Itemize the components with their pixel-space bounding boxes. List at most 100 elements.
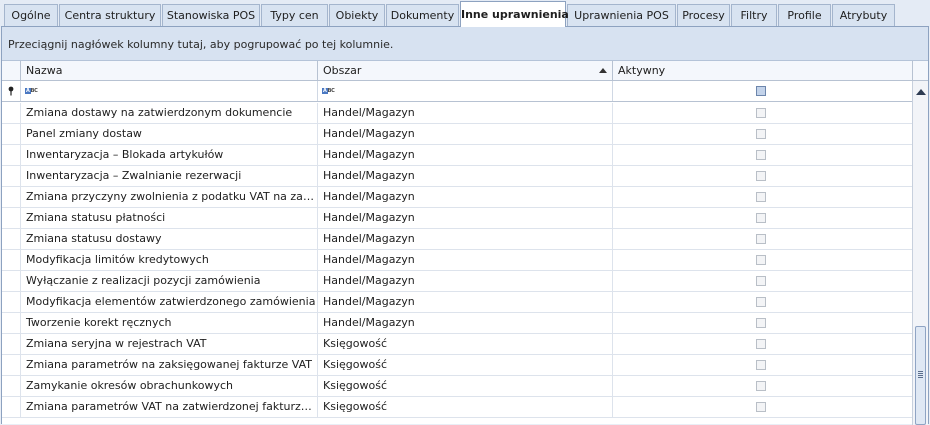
- filter-active-checkbox[interactable]: [756, 86, 766, 96]
- permission-area: Księgowość: [318, 397, 613, 417]
- active-checkbox[interactable]: [756, 339, 766, 349]
- tab-9[interactable]: Filtry: [731, 4, 777, 26]
- row-indicator[interactable]: [2, 208, 21, 228]
- tab-bar: Ogólne Centra struktury Stanowiska POS Typy…: [0, 0, 930, 27]
- active-checkbox[interactable]: [756, 129, 766, 139]
- permission-area: Handel/Magazyn: [318, 292, 613, 312]
- row-indicator[interactable]: [2, 271, 21, 291]
- permission-name: Zmiana parametrów na zaksięgowanej faktu…: [21, 355, 318, 375]
- permission-area: Księgowość: [318, 334, 613, 354]
- permission-name: Zmiana przyczyny zwolnienia z podatku VA…: [21, 187, 318, 207]
- row-indicator[interactable]: [2, 166, 21, 186]
- table-row[interactable]: Wyłączanie z realizacji pozycji zamówien…: [2, 271, 912, 292]
- column-header-area[interactable]: Obszar: [318, 61, 613, 80]
- permission-area: Księgowość: [318, 376, 613, 396]
- row-indicator[interactable]: [2, 397, 21, 417]
- active-checkbox[interactable]: [756, 234, 766, 244]
- tab-11[interactable]: Atrybuty: [832, 4, 895, 26]
- tab-6[interactable]: Inne uprawnienia: [460, 1, 569, 27]
- row-indicator[interactable]: [2, 103, 21, 123]
- grip-line: [918, 373, 923, 374]
- table-row[interactable]: Zamykanie okresów obrachunkowych Księgowo…: [2, 376, 912, 397]
- table-row[interactable]: Zmiana przyczyny zwolnienia z podatku VA…: [2, 187, 912, 208]
- grip-line: [918, 375, 923, 376]
- row-indicator[interactable]: [2, 376, 21, 396]
- column-header-name[interactable]: Nazwa: [21, 61, 318, 80]
- permission-name: Modyfikacja limitów kredytowych: [21, 250, 318, 270]
- grip-line: [918, 377, 923, 378]
- active-checkbox[interactable]: [756, 108, 766, 118]
- row-indicator[interactable]: [2, 145, 21, 165]
- active-checkbox[interactable]: [756, 276, 766, 286]
- tab-5[interactable]: Dokumenty: [386, 4, 459, 26]
- table-row[interactable]: Modyfikacja limitów kredytowych Handel/Ma…: [2, 250, 912, 271]
- table-row[interactable]: Zmiana statusu dostawy Handel/Magazyn: [2, 229, 912, 250]
- permission-active-cell: [613, 145, 912, 165]
- sort-ascending-icon: [599, 68, 607, 73]
- active-checkbox[interactable]: [756, 255, 766, 265]
- table-row[interactable]: Modyfikacja elementów zatwierdzonego zam…: [2, 292, 912, 313]
- row-indicator[interactable]: [2, 250, 21, 270]
- tab-7[interactable]: Uprawnienia POS: [567, 4, 676, 26]
- active-checkbox[interactable]: [756, 360, 766, 370]
- permission-name: Zmiana parametrów VAT na zatwierdzonej f…: [21, 397, 318, 417]
- table-row[interactable]: Inwentaryzacja – Zwalnianie rezerwacji Ha…: [2, 166, 912, 187]
- permission-name: Inwentaryzacja – Zwalnianie rezerwacji: [21, 166, 318, 186]
- tab-4[interactable]: Obiekty: [329, 4, 385, 26]
- row-indicator[interactable]: [2, 334, 21, 354]
- tab-2[interactable]: Stanowiska POS: [162, 4, 260, 26]
- active-checkbox[interactable]: [756, 402, 766, 412]
- filter-area-input[interactable]: ABC: [318, 81, 613, 101]
- scroll-up-arrow-icon[interactable]: [916, 89, 926, 95]
- table-row[interactable]: Zmiana dostawy na zatwierdzonym dokumenc…: [2, 103, 912, 124]
- table-row[interactable]: Zmiana parametrów VAT na zatwierdzonej f…: [2, 397, 912, 418]
- vertical-scrollbar[interactable]: [912, 81, 928, 425]
- row-indicator[interactable]: [2, 355, 21, 375]
- permission-area: Handel/Magazyn: [318, 271, 613, 291]
- permission-active-cell: [613, 229, 912, 249]
- row-indicator[interactable]: [2, 229, 21, 249]
- tab-1[interactable]: Centra struktury: [59, 4, 161, 26]
- table-row[interactable]: Zmiana seryjna w rejestrach VAT Księgowoś…: [2, 334, 912, 355]
- active-checkbox[interactable]: [756, 381, 766, 391]
- active-checkbox[interactable]: [756, 171, 766, 181]
- permission-active-cell: [613, 250, 912, 270]
- permission-name: Inwentaryzacja – Blokada artykułów: [21, 145, 318, 165]
- permission-name: Zmiana seryjna w rejestrach VAT: [21, 334, 318, 354]
- permission-area: Handel/Magazyn: [318, 229, 613, 249]
- filter-indicator-cell: [2, 81, 21, 101]
- scrollbar-thumb[interactable]: [915, 326, 926, 425]
- grid-header: Nazwa Obszar Aktywny: [2, 61, 912, 81]
- permission-name: Zmiana statusu płatności: [21, 208, 318, 228]
- table-row[interactable]: Panel zmiany dostaw Handel/Magazyn: [2, 124, 912, 145]
- permission-area: Handel/Magazyn: [318, 208, 613, 228]
- table-row[interactable]: Zmiana statusu płatności Handel/Magazyn: [2, 208, 912, 229]
- tab-0[interactable]: Ogólne: [4, 4, 58, 26]
- active-checkbox[interactable]: [756, 192, 766, 202]
- active-checkbox[interactable]: [756, 213, 766, 223]
- permission-area: Handel/Magazyn: [318, 187, 613, 207]
- filter-name-input[interactable]: ABC: [21, 81, 318, 101]
- permission-active-cell: [613, 166, 912, 186]
- active-checkbox[interactable]: [756, 297, 766, 307]
- row-indicator[interactable]: [2, 124, 21, 144]
- table-row[interactable]: Tworzenie korekt ręcznych Handel/Magazyn: [2, 313, 912, 334]
- tab-8[interactable]: Procesy: [677, 4, 730, 26]
- column-header-area-label: Obszar: [323, 64, 362, 77]
- permission-active-cell: [613, 376, 912, 396]
- permission-name: Zamykanie okresów obrachunkowych: [21, 376, 318, 396]
- active-checkbox[interactable]: [756, 318, 766, 328]
- row-indicator[interactable]: [2, 187, 21, 207]
- active-checkbox[interactable]: [756, 150, 766, 160]
- column-header-active[interactable]: Aktywny: [613, 61, 912, 80]
- table-row[interactable]: Zmiana parametrów na zaksięgowanej faktu…: [2, 355, 912, 376]
- row-indicator[interactable]: [2, 313, 21, 333]
- permission-name: Tworzenie korekt ręcznych: [21, 313, 318, 333]
- tab-10[interactable]: Profile: [778, 4, 831, 26]
- tab-3[interactable]: Typy cen: [261, 4, 328, 26]
- table-row[interactable]: Inwentaryzacja – Blokada artykułów Handel…: [2, 145, 912, 166]
- group-by-panel[interactable]: Przeciągnij nagłówek kolumny tutaj, aby …: [2, 27, 928, 61]
- permission-area: Handel/Magazyn: [318, 145, 613, 165]
- permission-active-cell: [613, 292, 912, 312]
- row-indicator[interactable]: [2, 292, 21, 312]
